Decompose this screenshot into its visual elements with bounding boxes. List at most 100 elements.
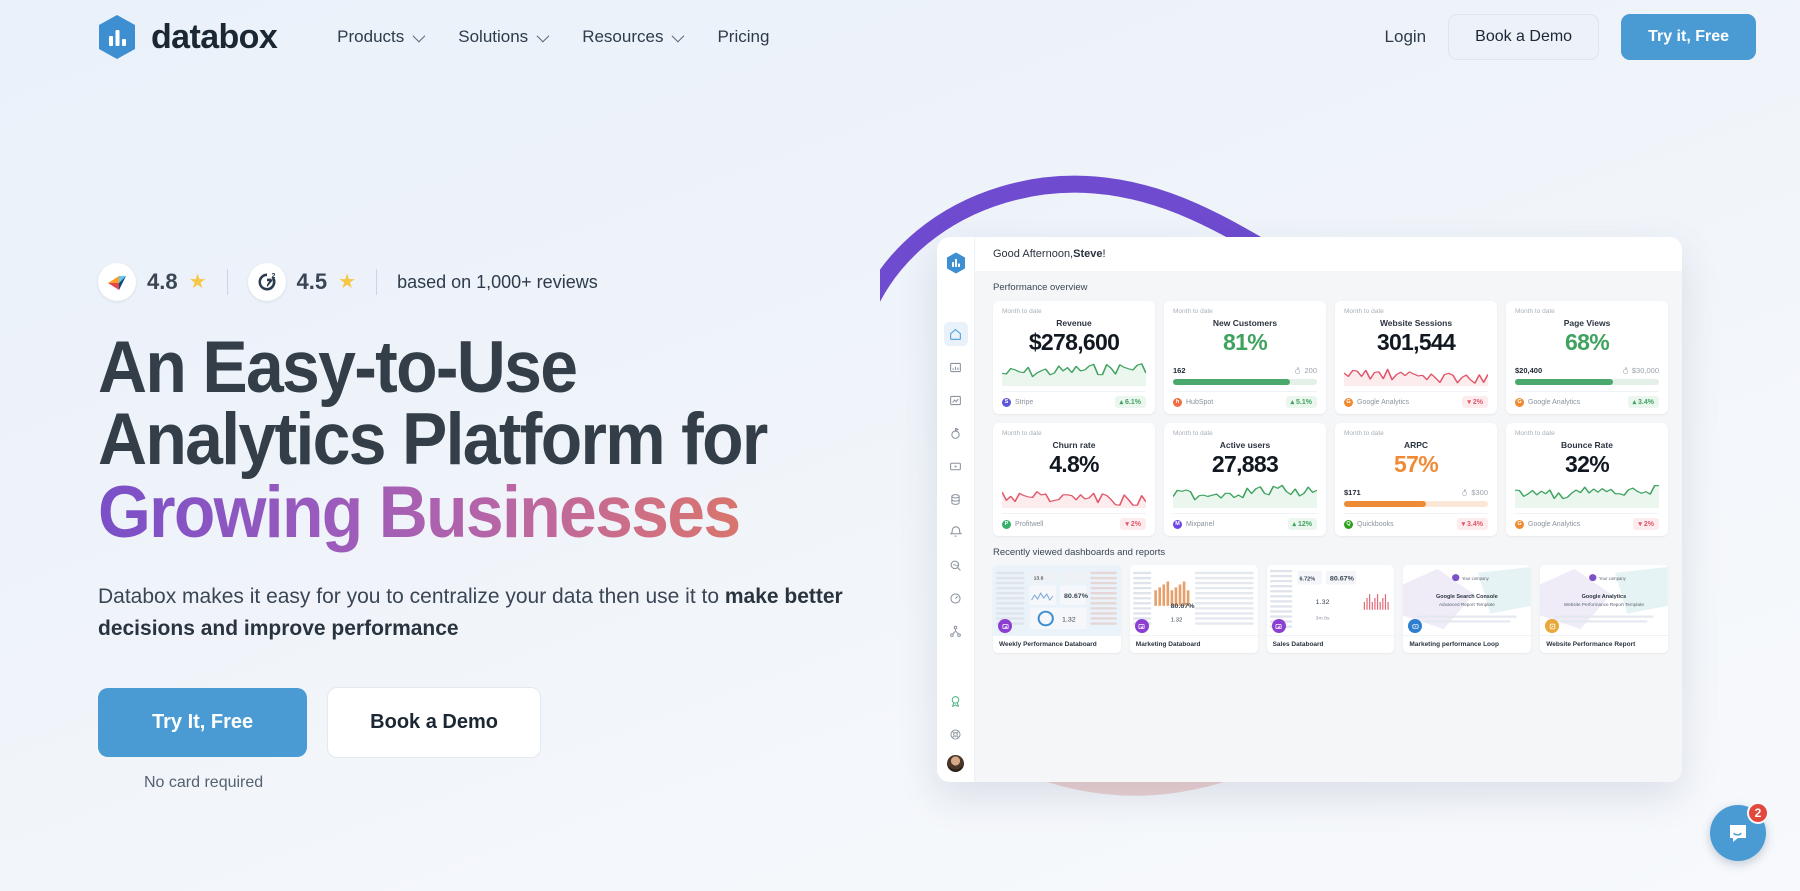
sparkline-chart	[1001, 480, 1147, 508]
book-demo-button-header[interactable]: Book a Demo	[1448, 14, 1600, 60]
source-icon: P	[1002, 519, 1011, 529]
nav-item-resources[interactable]: Resources	[582, 27, 685, 47]
sidebar-item-help[interactable]	[944, 722, 968, 746]
kpi-card[interactable]: Month to date Active users 27,883 M Mixpa…	[1164, 423, 1326, 536]
databox-logo-icon-small	[946, 252, 966, 274]
kpi-source: S Stripe	[1002, 397, 1033, 407]
recent-dashboard-card[interactable]: 13.6 80.67% 1.32 Weekly Performance Data…	[993, 565, 1121, 653]
rating-capterra: 4.8 ★	[98, 263, 207, 301]
kpi-period: Month to date	[1173, 430, 1213, 437]
kpi-footer: M Mixpanel ▴ 12%	[1173, 513, 1317, 530]
kpi-name: Bounce Rate	[1561, 440, 1613, 450]
sidebar-item-home[interactable]	[943, 322, 968, 346]
login-link[interactable]: Login	[1385, 27, 1427, 47]
try-free-button-header[interactable]: Try it, Free	[1621, 14, 1756, 60]
kpi-value: $278,600	[1028, 329, 1120, 355]
divider	[376, 269, 378, 295]
kpi-delta: ▴ 6.1%	[1114, 396, 1146, 408]
headline-line-1: An Easy-to-Use	[98, 327, 578, 408]
kpi-source: G Google Analytics	[1515, 519, 1580, 529]
intercom-chat-button[interactable]: 2	[1710, 802, 1769, 861]
sidebar-item-performance[interactable]	[944, 586, 968, 610]
nav-item-products[interactable]: Products	[337, 27, 426, 47]
svg-text:13.6: 13.6	[1034, 576, 1044, 582]
dashboard-greeting: Good Afternoon, Steve!	[975, 237, 1682, 271]
kpi-footer: P Profitwell ▾ 2%	[1002, 513, 1146, 530]
dashboard-sidebar	[937, 237, 975, 782]
kpi-value: 27,883	[1211, 451, 1279, 477]
kpi-delta: ▾ 2%	[1462, 396, 1488, 408]
sidebar-item-loop[interactable]	[944, 454, 968, 478]
sidebar-item-query[interactable]	[944, 553, 968, 577]
sidebar-item-report[interactable]	[944, 388, 968, 412]
recent-dashboard-card[interactable]: Your company Google Analytics Website Pe…	[1540, 565, 1668, 653]
dashboard-thumbnail: 6.72% 80.67% 1.32 3m 8s	[1266, 565, 1395, 635]
goal-progress: $171 $300	[1344, 481, 1488, 507]
performance-overview-title: Performance overview	[993, 282, 1088, 293]
book-demo-button-hero[interactable]: Book a Demo	[327, 686, 541, 758]
svg-text:Google Search Console: Google Search Console	[1436, 594, 1498, 600]
dashboard-thumbnail: Your company Google Search Console Advan…	[1403, 565, 1532, 635]
svg-text:Google Analytics: Google Analytics	[1582, 594, 1627, 600]
chevron-down-icon	[536, 29, 550, 42]
dashboard-name: Weekly Performance Databoard	[993, 635, 1121, 653]
recent-dashboard-card[interactable]: Your company Google Search Console Advan…	[1403, 565, 1532, 653]
dashboard-body: Performance overview Month to date Reven…	[975, 271, 1682, 782]
sparkline-chart	[1001, 358, 1147, 386]
dashboard-thumbnail: Your company Google Analytics Website Pe…	[1540, 565, 1668, 635]
kpi-card[interactable]: Month to date ARPC 57% $171 $300 Q Quickb…	[1335, 423, 1497, 536]
sidebar-item-badge[interactable]	[944, 689, 968, 713]
kpi-card[interactable]: Month to date Page Views 68% $20,400 $30…	[1506, 301, 1668, 414]
kpi-card[interactable]: Month to date Bounce Rate 32% G Google An…	[1506, 423, 1668, 536]
recent-dashboard-card[interactable]: 80.67% 1.32 Marketing Databoard	[1129, 565, 1258, 653]
sidebar-item-databoard[interactable]	[944, 355, 968, 379]
greeting-end: !	[1102, 248, 1106, 260]
g2-icon: 2	[247, 263, 286, 301]
kpi-value: 4.8%	[1049, 451, 1099, 477]
nav-label: Pricing	[717, 27, 770, 46]
sidebar-item-alerts[interactable]	[944, 520, 968, 544]
kpi-name: New Customers	[1212, 318, 1278, 328]
star-icon: ★	[338, 271, 357, 293]
capterra-icon	[98, 263, 136, 301]
goal-target: $30,000	[1622, 366, 1659, 375]
hero-content: 4.8 ★ 2 4.5 ★ based on 1,000+ reviews An…	[98, 262, 918, 792]
header-actions: Login Book a Demo Try it, Free	[1385, 14, 1756, 60]
nav-label: Products	[337, 27, 405, 46]
kpi-source: G Google Analytics	[1515, 397, 1580, 407]
avatar[interactable]	[947, 755, 964, 772]
kpi-value: 57%	[1394, 451, 1439, 477]
kpi-delta: ▾ 2%	[1633, 518, 1659, 530]
g2-rating-value: 4.5	[296, 269, 328, 294]
kpi-card[interactable]: Month to date New Customers 81% 162 200 …	[1164, 301, 1326, 414]
source-icon: Q	[1344, 519, 1353, 529]
dashboard-name: Marketing performance Loop	[1403, 635, 1532, 653]
try-free-button-hero[interactable]: Try It, Free	[98, 687, 308, 757]
goal-progress: $20,400 $30,000	[1515, 359, 1659, 385]
sparkline-chart	[1514, 480, 1660, 508]
dashboard-thumbnail: 80.67% 1.32	[1129, 565, 1258, 635]
logo[interactable]: databox	[96, 14, 278, 60]
dashboard-thumbnail: 13.6 80.67% 1.32	[993, 565, 1121, 635]
sidebar-item-database[interactable]	[944, 487, 968, 511]
kpi-card[interactable]: Month to date Website Sessions 301,544 G…	[1335, 301, 1497, 414]
cta-row: Try It, Free Book a Demo	[98, 686, 918, 758]
headline-line-2: Analytics Platform for	[98, 399, 768, 481]
svg-text:Your company: Your company	[1462, 576, 1490, 581]
kpi-card[interactable]: Month to date Churn rate 4.8% P Profitwel…	[993, 423, 1155, 536]
sidebar-item-goals[interactable]	[944, 421, 968, 445]
unread-badge: 2	[1747, 802, 1769, 824]
svg-text:3m 8s: 3m 8s	[1315, 616, 1329, 622]
main-nav: Products Solutions Resources Pricing	[337, 27, 769, 47]
kpi-footer: Q Quickbooks ▾ 3.4%	[1344, 513, 1488, 530]
sidebar-item-hierarchy[interactable]	[944, 619, 968, 643]
kpi-card[interactable]: Month to date Revenue $278,600 S Stripe ▴…	[993, 301, 1155, 414]
nav-item-pricing[interactable]: Pricing	[717, 27, 769, 47]
kpi-name: Page Views	[1563, 318, 1611, 328]
recent-cards-row: 13.6 80.67% 1.32 Weekly Performance Data…	[993, 565, 1668, 653]
svg-text:Advanced Report Template: Advanced Report Template	[1439, 602, 1495, 607]
kpi-delta: ▾ 2%	[1120, 518, 1146, 530]
nav-item-solutions[interactable]: Solutions	[458, 27, 550, 47]
svg-text:80.67%: 80.67%	[1064, 593, 1088, 600]
recent-dashboard-card[interactable]: 6.72% 80.67% 1.32 3m 8s Sales Databoard	[1266, 565, 1395, 653]
